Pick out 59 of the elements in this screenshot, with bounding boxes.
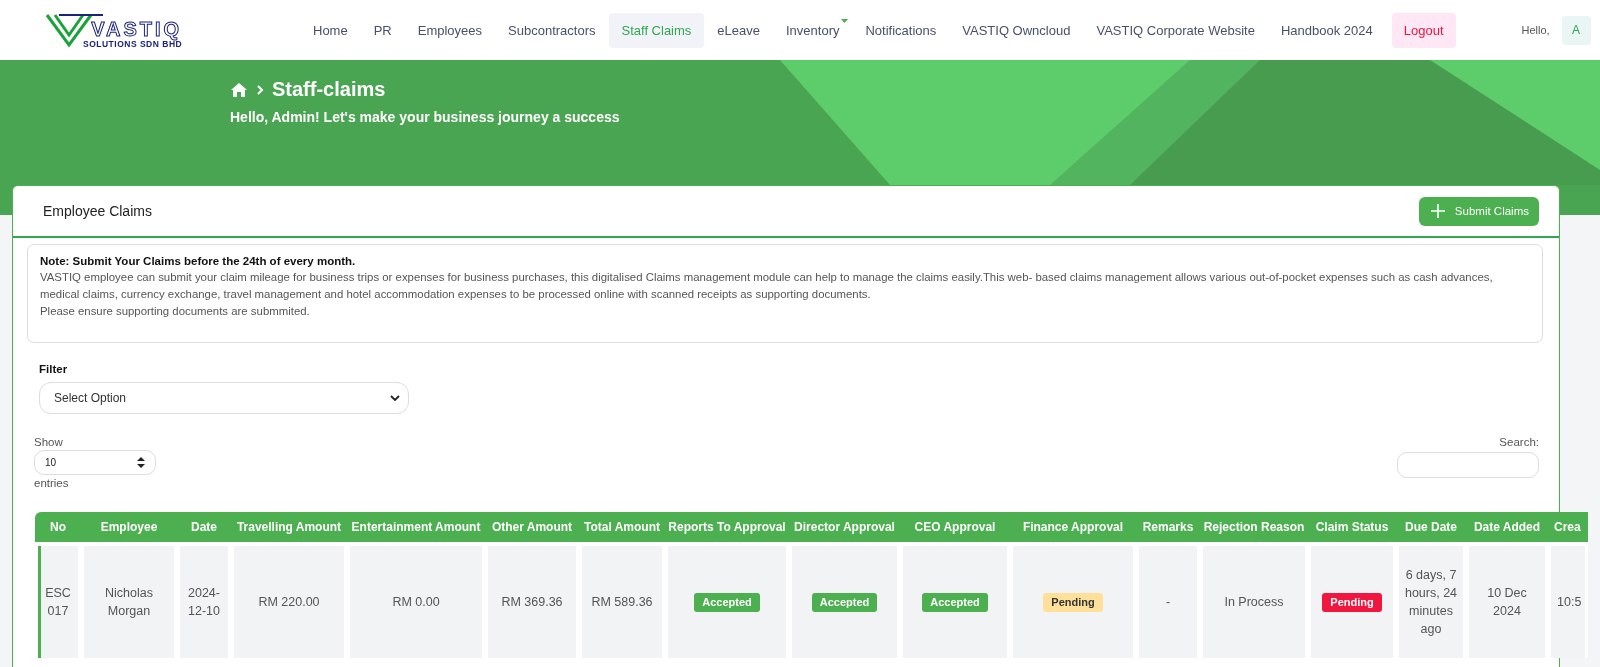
column-header[interactable]: Director Approval [789,512,900,542]
nav-link[interactable]: eLeave [704,12,773,48]
column-header[interactable]: Claim Status [1308,512,1396,542]
entries-label: entries [34,477,70,489]
plus-icon [1430,204,1445,218]
caret-icon [841,18,849,23]
chevron-down-icon [390,395,400,401]
nav-dropdown[interactable]: Inventory [773,12,853,48]
status-badge: Accepted [922,592,988,612]
page-title: Staff-claims [272,78,386,101]
column-header[interactable]: No [35,512,81,542]
card-title: Employee Claims [43,203,152,219]
chevron-right-icon [256,83,264,96]
status-badge: Pending [1322,592,1382,612]
column-header[interactable]: Date Added [1466,512,1548,542]
column-header[interactable]: Travelling Amount [231,512,347,542]
status-badge: Accepted [811,592,878,612]
company-logo[interactable]: VASTIQ SOLUTIONS SDN BHD [45,11,205,49]
column-header[interactable]: Rejection Reason [1200,512,1308,542]
column-header[interactable]: Due Date [1396,512,1466,542]
logo-name: VASTIQ [91,19,183,39]
nav-link[interactable]: Notifications [852,12,950,48]
note-heading: Note: Submit Your Claims before the 24th of every month. [40,255,357,267]
sort-arrows-icon [137,457,145,468]
note-text: Please ensure supporting documents are submmited. [40,304,311,319]
search-label: Search: [1499,436,1539,448]
nav-link[interactable]: Subcontractors [495,12,609,48]
nav-link[interactable]: VASTIQ Corporate Website [1083,12,1268,48]
logout-button[interactable]: Logout [1391,12,1456,48]
column-header[interactable]: Finance Approval [1010,512,1136,542]
filter-select[interactable]: Select Option [39,382,409,414]
search-field[interactable] [1397,452,1539,478]
column-header[interactable]: Crea [1548,512,1588,542]
filter-label: Filter [39,363,69,375]
status-badge: Accepted [694,592,760,612]
nav-link[interactable]: VASTIQ Owncloud [949,12,1084,48]
column-header[interactable]: Reports To Approval [665,512,789,542]
nav-link[interactable]: Employees [404,12,496,48]
table-cell: 10:5 [1548,542,1588,658]
nav-link[interactable]: Handbook 2024 [1267,12,1386,48]
nav-link[interactable]: PR [360,12,405,48]
submit-claims-button[interactable]: Submit Claims [1418,196,1539,226]
column-header[interactable]: Other Amount [485,512,579,542]
status-badge: Pending [1043,592,1103,612]
entries-select[interactable]: 10 [34,450,156,475]
column-header[interactable]: Employee [81,512,177,542]
home-icon[interactable] [230,81,248,98]
column-header[interactable]: CEO Approval [900,512,1010,542]
column-header[interactable]: Date [177,512,231,542]
nav-link[interactable]: Staff Claims [608,12,705,48]
column-header[interactable]: Remarks [1136,512,1200,542]
nav-link[interactable]: Home [300,12,361,48]
user-avatar[interactable]: A [1561,15,1591,45]
greeting-text: Hello, [1521,24,1550,36]
note-text: VASTIQ employee can submit your claim mileage for business trips or expenses for business purchases, this digitalised Claims management module can help to manage the claims easily.This web- based claims management allows various out-of-pocket expenses such as cash advances, medical claims, currency exchange, travel management and hotel accommodation expenses to be processed online with scanned receipts as supporting documents. [40,270,1494,302]
column-header[interactable]: Total Amount [579,512,665,542]
show-label: Show [34,436,64,448]
welcome-message: Hello, Admin! Let's make your business journey a success [230,109,621,125]
column-header[interactable]: Entertainment Amount [347,512,485,542]
